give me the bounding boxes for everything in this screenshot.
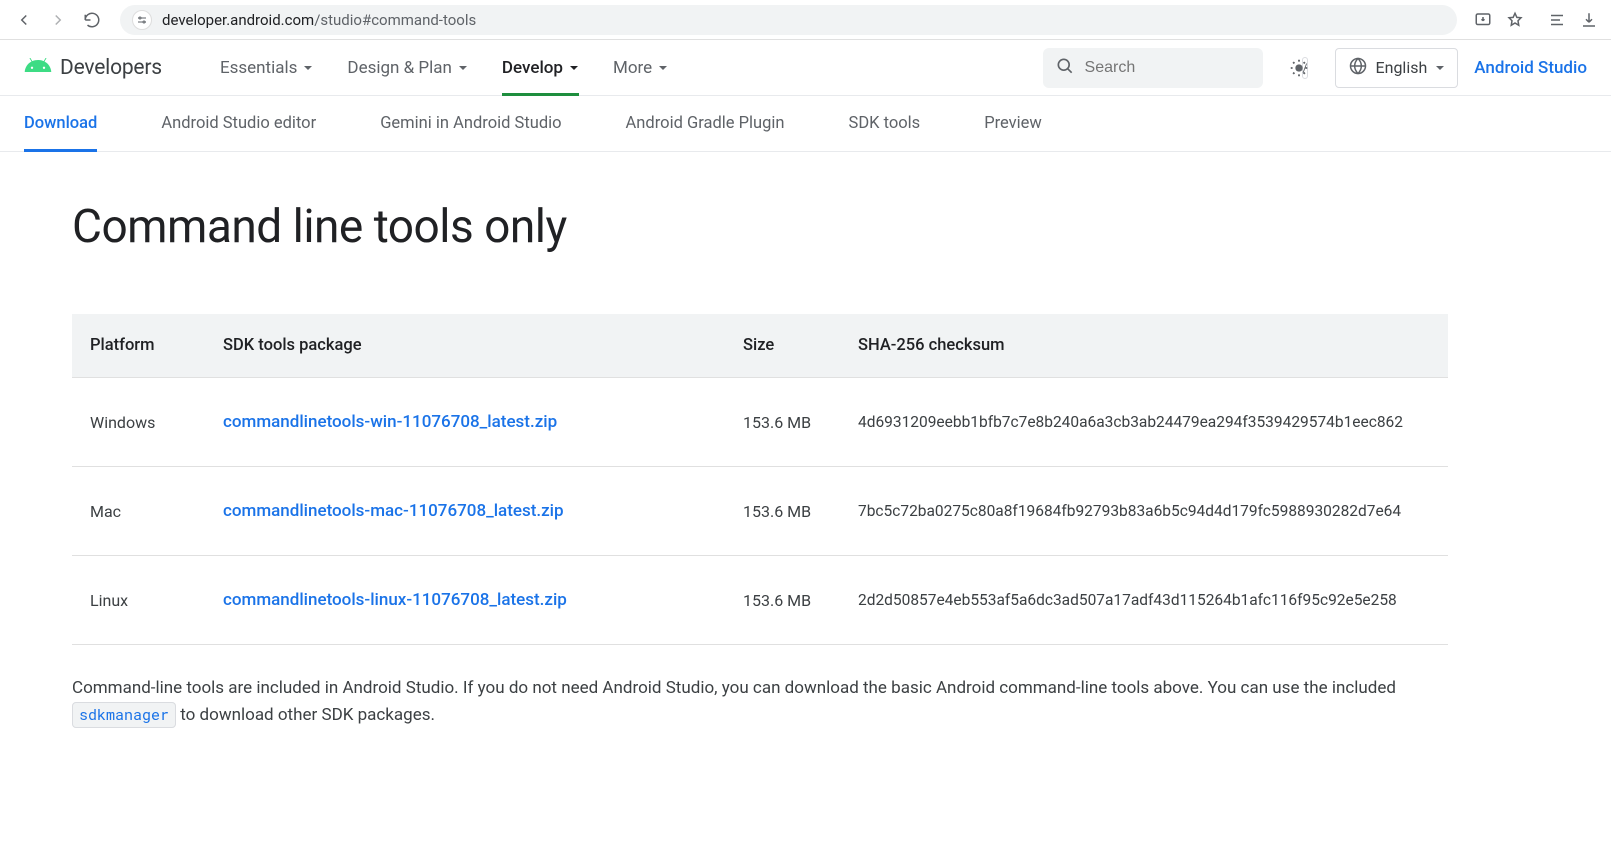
main-content: Command line tools only Platform SDK too… bbox=[0, 152, 1520, 769]
cell-checksum: 4d6931209eebb1bfb7c7e8b240a6a3cb3ab24479… bbox=[842, 378, 1448, 467]
site-settings-icon[interactable] bbox=[132, 10, 152, 30]
nav-more[interactable]: More bbox=[613, 40, 668, 96]
subnav-gemini[interactable]: Gemini in Android Studio bbox=[380, 96, 561, 152]
nav-design-plan[interactable]: Design & Plan bbox=[347, 40, 468, 96]
cell-size: 153.6 MB bbox=[727, 467, 842, 556]
chevron-down-icon bbox=[658, 58, 668, 78]
subnav-preview[interactable]: Preview bbox=[984, 96, 1042, 152]
th-size: Size bbox=[727, 314, 842, 378]
cell-size: 153.6 MB bbox=[727, 378, 842, 467]
nav-items: Essentials Design & Plan Develop More bbox=[220, 40, 668, 96]
download-icon[interactable] bbox=[1577, 8, 1601, 32]
url-text: developer.android.com/studio#command-too… bbox=[162, 11, 476, 29]
package-download-link[interactable]: commandlinetools-win-11076708_latest.zip bbox=[223, 412, 557, 432]
reload-button[interactable] bbox=[78, 6, 106, 34]
page-heading: Command line tools only bbox=[72, 200, 1448, 254]
theme-toggle[interactable] bbox=[1279, 48, 1319, 88]
th-platform: Platform bbox=[72, 314, 207, 378]
language-label: English bbox=[1376, 58, 1428, 77]
package-download-link[interactable]: commandlinetools-linux-11076708_latest.z… bbox=[223, 590, 567, 610]
back-button[interactable] bbox=[10, 6, 38, 34]
android-logo-icon bbox=[24, 56, 52, 80]
chevron-down-icon bbox=[458, 58, 468, 78]
nav-develop[interactable]: Develop bbox=[502, 40, 579, 96]
brand-text: Developers bbox=[60, 56, 162, 80]
forward-button[interactable] bbox=[44, 6, 72, 34]
cell-platform: Mac bbox=[72, 467, 207, 556]
th-checksum: SHA-256 checksum bbox=[842, 314, 1448, 378]
cell-size: 153.6 MB bbox=[727, 556, 842, 645]
para-text-pre: Command-line tools are included in Andro… bbox=[72, 678, 1396, 698]
sdkmanager-code: sdkmanager bbox=[72, 702, 176, 728]
chevron-down-icon bbox=[303, 58, 313, 78]
top-nav: Developers Essentials Design & Plan Deve… bbox=[0, 40, 1611, 96]
search-input[interactable] bbox=[1085, 59, 1292, 77]
cell-checksum: 2d2d50857e4eb553af5a6dc3ad507a17adf43d11… bbox=[842, 556, 1448, 645]
cell-platform: Windows bbox=[72, 378, 207, 467]
sub-nav: Download Android Studio editor Gemini in… bbox=[0, 96, 1611, 152]
para-text-post: to download other SDK packages. bbox=[176, 705, 435, 725]
brand[interactable]: Developers bbox=[24, 56, 162, 80]
android-studio-link[interactable]: Android Studio bbox=[1474, 58, 1587, 78]
url-bar[interactable]: developer.android.com/studio#command-too… bbox=[120, 5, 1457, 35]
browser-chrome: developer.android.com/studio#command-too… bbox=[0, 0, 1611, 40]
subnav-gradle-plugin[interactable]: Android Gradle Plugin bbox=[626, 96, 785, 152]
search-box[interactable]: / bbox=[1043, 48, 1263, 88]
table-row: Mac commandlinetools-mac-11076708_latest.… bbox=[72, 467, 1448, 556]
downloads-table: Platform SDK tools package Size SHA-256 … bbox=[72, 314, 1448, 645]
globe-icon bbox=[1348, 56, 1368, 80]
nav-essentials[interactable]: Essentials bbox=[220, 40, 313, 96]
subnav-download[interactable]: Download bbox=[24, 96, 97, 152]
language-selector[interactable]: English bbox=[1335, 48, 1459, 88]
package-download-link[interactable]: commandlinetools-mac-11076708_latest.zip bbox=[223, 501, 564, 521]
table-row: Windows commandlinetools-win-11076708_lat… bbox=[72, 378, 1448, 467]
search-icon bbox=[1055, 56, 1075, 80]
footer-paragraph: Command-line tools are included in Andro… bbox=[72, 675, 1448, 729]
th-package: SDK tools package bbox=[207, 314, 727, 378]
table-row: Linux commandlinetools-linux-11076708_lat… bbox=[72, 556, 1448, 645]
subnav-studio-editor[interactable]: Android Studio editor bbox=[161, 96, 316, 152]
install-app-icon[interactable] bbox=[1471, 8, 1495, 32]
cell-checksum: 7bc5c72ba0275c80a8f19684fb92793b83a6b5c9… bbox=[842, 467, 1448, 556]
subnav-sdk-tools[interactable]: SDK tools bbox=[849, 96, 921, 152]
bookmark-star-icon[interactable] bbox=[1503, 8, 1527, 32]
chevron-down-icon bbox=[569, 58, 579, 78]
chevron-down-icon bbox=[1435, 58, 1445, 77]
reading-list-icon[interactable] bbox=[1545, 8, 1569, 32]
cell-platform: Linux bbox=[72, 556, 207, 645]
